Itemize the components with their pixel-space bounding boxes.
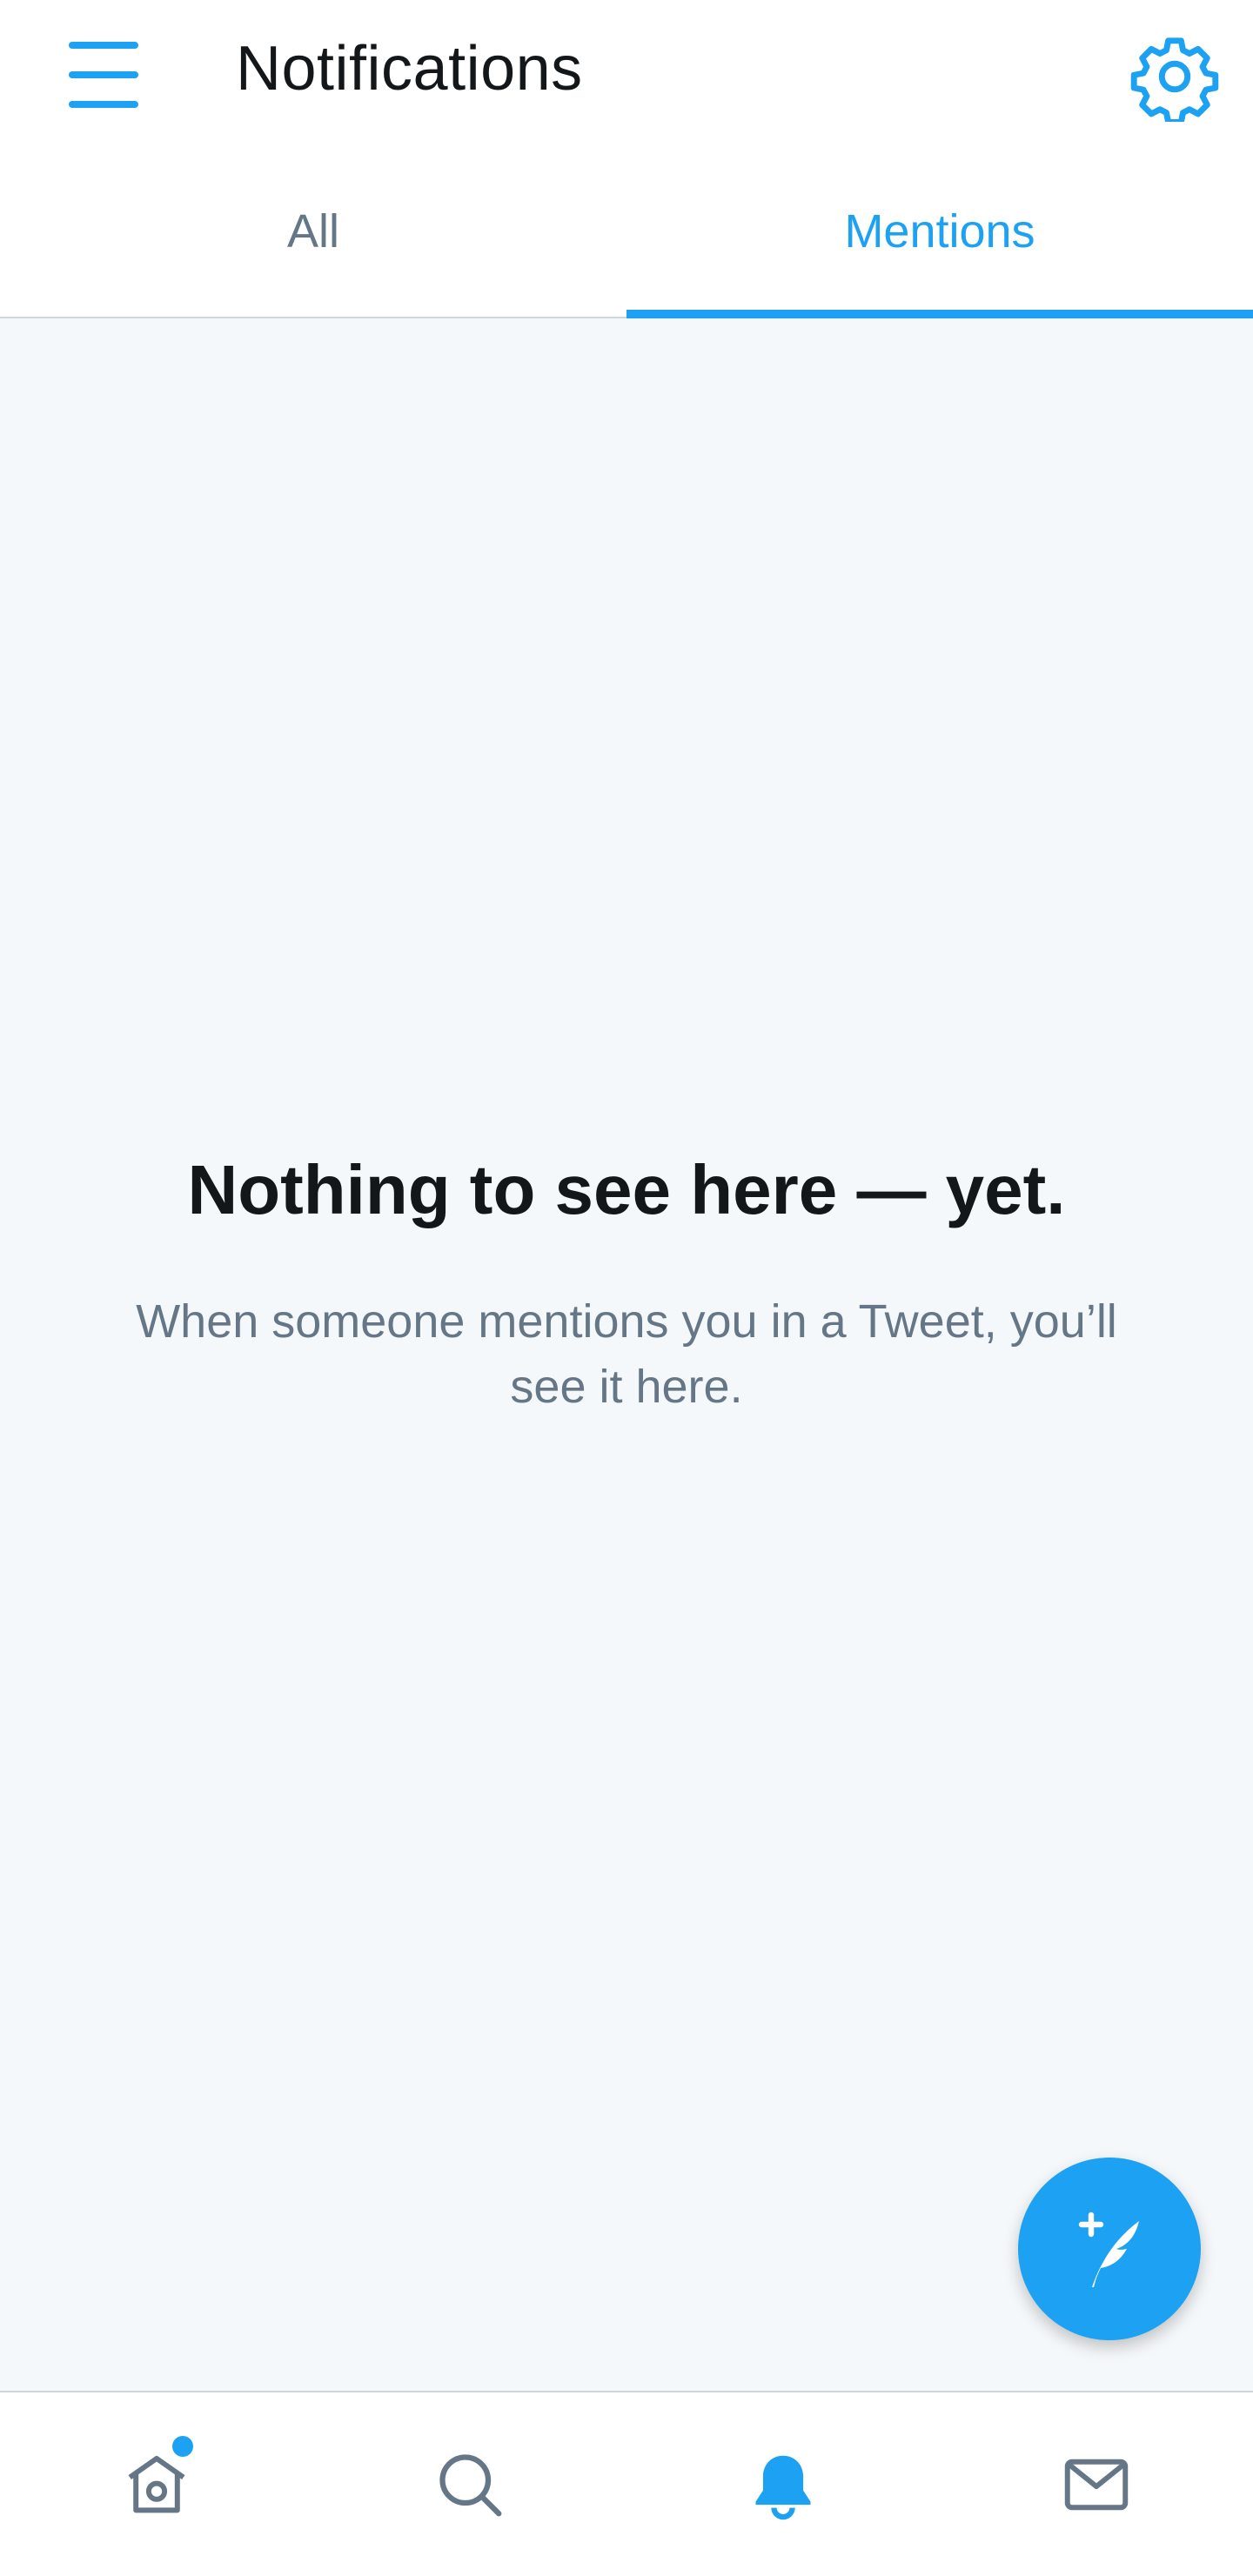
bottom-navigation <box>0 2391 1253 2576</box>
new-content-dot <box>172 2436 193 2457</box>
tab-all[interactable]: All <box>0 146 626 317</box>
empty-state: Nothing to see here — yet. When someone … <box>0 1148 1253 1419</box>
settings-button[interactable] <box>1129 31 1220 122</box>
top-app-bar: Notifications <box>0 0 1253 146</box>
nav-search[interactable] <box>313 2392 626 2576</box>
page-title: Notifications <box>236 34 583 104</box>
compose-tweet-button[interactable] <box>1018 2158 1201 2340</box>
notification-tabs: All Mentions <box>0 146 1253 318</box>
bell-icon <box>755 2455 811 2519</box>
search-icon <box>439 2453 502 2516</box>
tab-mentions[interactable]: Mentions <box>626 146 1253 318</box>
empty-state-message: When someone mentions you in a Tweet, yo… <box>136 1295 1117 1413</box>
home-icon <box>128 2455 185 2512</box>
gear-icon <box>1130 37 1219 122</box>
nav-home[interactable] <box>0 2392 313 2576</box>
hamburger-menu-icon <box>69 42 138 108</box>
mail-icon <box>1064 2459 1129 2510</box>
compose-tweet-icon <box>1078 2211 1139 2287</box>
nav-notifications[interactable] <box>626 2392 940 2576</box>
notifications-screen: Notifications All Mentions Nothing to se… <box>0 0 1253 2576</box>
menu-button[interactable] <box>56 37 151 113</box>
empty-state-title: Nothing to see here — yet. <box>187 1151 1066 1228</box>
nav-messages[interactable] <box>940 2392 1253 2576</box>
